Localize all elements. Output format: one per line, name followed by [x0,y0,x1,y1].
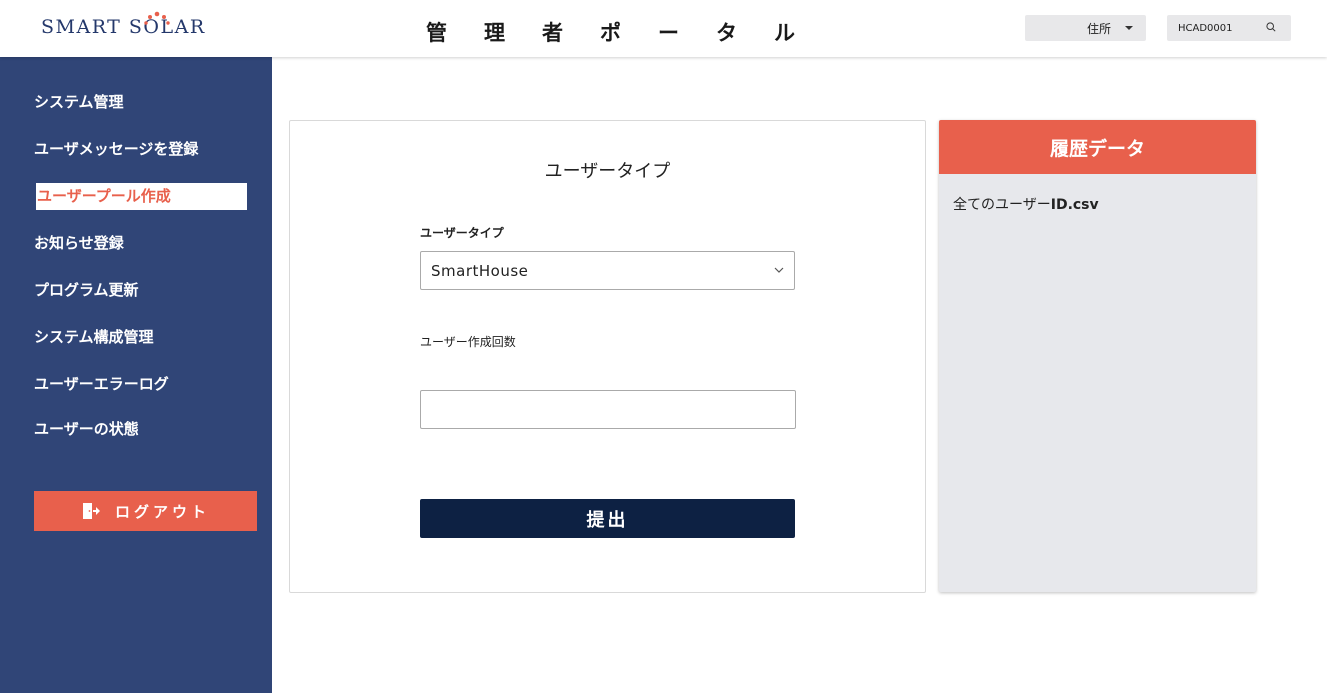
logout-label: ログアウト [114,502,210,521]
history-title: 履歴データ [939,120,1256,174]
user-id-search-field[interactable]: HCAD0001 [1167,15,1291,41]
user-type-value: SmartHouse [431,261,529,280]
address-select[interactable]: 住所 [1025,15,1146,41]
history-file-link[interactable]: 全てのユーザーID.csv [953,194,1099,214]
history-file-prefix: 全てのユーザー [953,197,1051,213]
user-count-label: ユーザー作成回数 [420,335,516,349]
sun-icon [144,11,170,25]
search-icon[interactable] [1266,22,1276,32]
chevron-down-icon [774,267,784,273]
address-select-label: 住所 [1086,21,1111,36]
sidebar-item-user-error-log[interactable]: ユーザーエラーログ [34,373,169,394]
sidebar-item-system-config[interactable]: システム構成管理 [34,326,154,347]
user-count-input[interactable] [420,390,796,429]
user-pool-form-card: ユーザータイプ ユーザータイプ SmartHouse ユーザー作成回数 提出 [289,120,926,593]
caret-down-icon [1125,26,1133,30]
user-id-value: HCAD0001 [1178,22,1233,34]
sidebar: システム管理 ユーザメッセージを登録 ユーザープール作成 お知らせ登録 プログラ… [0,57,272,693]
sidebar-item-create-user-pool[interactable]: ユーザープール作成 [36,183,247,210]
portal-title: 管理者ポータル [426,21,832,45]
top-bar: SMART SOLAR 管理者ポータル 住所 HCAD0001 [0,0,1327,57]
user-type-select[interactable]: SmartHouse [420,251,795,290]
sidebar-item-system-admin[interactable]: システム管理 [34,91,124,112]
smart-solar-logo[interactable]: SMART SOLAR [41,11,206,42]
logout-button[interactable]: ログアウト [34,491,257,531]
logo-text: SMART SOLAR [41,16,206,38]
history-panel: 履歴データ 全てのユーザーID.csv [939,120,1256,592]
sidebar-item-user-status[interactable]: ユーザーの状態 [34,418,139,439]
history-file-suffix: ID.csv [1050,197,1099,213]
logout-icon [82,503,100,519]
sidebar-item-register-notice[interactable]: お知らせ登録 [34,232,124,253]
user-type-label: ユーザータイプ [420,226,504,240]
sidebar-item-program-update[interactable]: プログラム更新 [34,279,139,300]
submit-button[interactable]: 提出 [420,499,795,538]
form-title: ユーザータイプ [544,161,671,182]
sidebar-item-register-user-message[interactable]: ユーザメッセージを登録 [34,138,198,159]
